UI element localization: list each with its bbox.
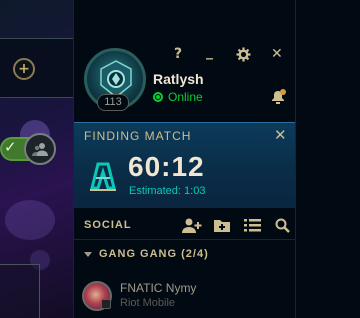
queue-icon (90, 162, 116, 191)
gear-icon (236, 47, 251, 62)
list-icon[interactable] (244, 218, 261, 232)
finding-match-banner: FINDING MATCH ✕ 60:12 Estimated: 1:03 (74, 122, 296, 208)
notification-bell-icon[interactable] (269, 88, 287, 106)
close-button[interactable]: ✕ (271, 45, 283, 63)
social-title: SOCIAL (84, 219, 132, 231)
add-button[interactable]: + (13, 58, 35, 80)
friend-name[interactable]: FNATIC Nymy (120, 281, 196, 295)
estimated-time: Estimated: 1:03 (129, 185, 206, 197)
minimize-button[interactable]: _ (206, 43, 213, 61)
level-badge: 113 (97, 94, 129, 111)
panel-divider (295, 0, 296, 318)
cancel-queue-button[interactable]: ✕ (274, 126, 287, 144)
social-header: SOCIAL (74, 210, 296, 240)
profile-icon-image (100, 60, 132, 98)
finding-match-title: FINDING MATCH (84, 129, 192, 143)
search-icon[interactable] (275, 218, 290, 233)
mobile-icon (101, 299, 111, 309)
friends-panel: ? _ ✕ 113 Ratlysh Online FINDING MATCH ✕… (73, 0, 360, 318)
add-friend-icon[interactable] (182, 218, 202, 234)
help-button[interactable]: ? (174, 45, 182, 63)
check-icon: ✓ (4, 138, 17, 156)
client-top-bar (0, 38, 73, 98)
chevron-down-icon (84, 252, 92, 257)
group-label: GANG GANG (2/4) (99, 248, 209, 260)
group-icon (32, 143, 48, 156)
client-panel (0, 264, 40, 318)
toggle-knob[interactable] (24, 133, 56, 165)
settings-button[interactable] (236, 45, 251, 67)
status-text[interactable]: Online (168, 90, 203, 104)
friend-status: Riot Mobile (120, 297, 176, 309)
add-folder-icon[interactable] (213, 218, 231, 233)
queue-timer: 60:12 (128, 151, 205, 182)
summoner-name[interactable]: Ratlysh (153, 71, 204, 87)
online-status-icon (153, 92, 163, 102)
